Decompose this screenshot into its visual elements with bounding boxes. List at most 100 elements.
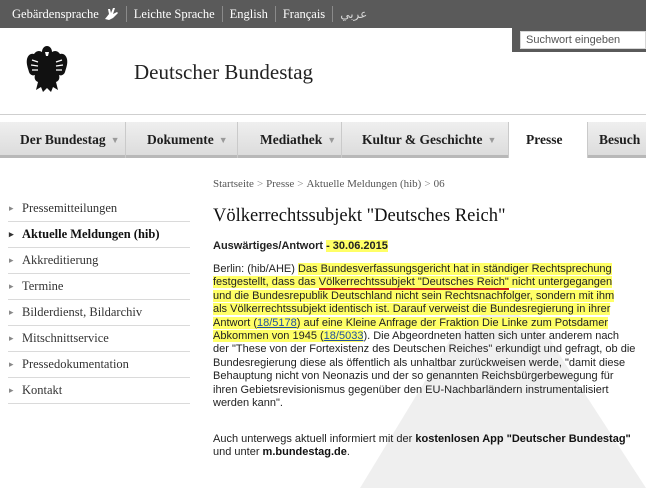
- sidebar-item-pressedokumentation[interactable]: ▸ Pressedokumentation: [8, 352, 190, 378]
- highlighted-text: Antwort (: [213, 316, 258, 329]
- breadcrumb-link-aktuelle-meldungen[interactable]: Aktuelle Meldungen (hib): [306, 178, 421, 190]
- text-span: ). Die Abgeordneten hatten sich unter an…: [363, 330, 620, 343]
- federal-eagle-logo-icon[interactable]: [24, 42, 70, 94]
- topbar-link-arabic[interactable]: عربي: [333, 6, 374, 22]
- nav-item-kultur-geschichte[interactable]: Kultur & Geschichte ▼: [342, 122, 509, 158]
- breadcrumb-separator: >: [297, 178, 304, 190]
- chevron-right-icon: ▸: [9, 281, 14, 291]
- nav-item-label: Kultur & Geschichte: [362, 132, 483, 147]
- drucksache-link-18-5178[interactable]: 18/5178: [257, 316, 297, 329]
- site-title[interactable]: Deutscher Bundestag: [134, 60, 313, 85]
- chevron-down-icon: ▼: [327, 135, 337, 145]
- text-span: und unter: [213, 446, 263, 459]
- drucksache-link-18-5033[interactable]: 18/5033: [323, 330, 364, 343]
- topbar-link-english[interactable]: English: [223, 6, 276, 22]
- breadcrumb-link-startseite[interactable]: Startseite: [213, 178, 254, 190]
- topbar-link-label: Gebärdensprache: [12, 7, 99, 21]
- sidebar-item-label: Aktuelle Meldungen (hib): [22, 227, 160, 241]
- app-promo-note: Auch unterwegs aktuell informiert mit de…: [213, 433, 633, 460]
- nav-item-besuch[interactable]: Besuch: [588, 122, 646, 158]
- sidebar-item-label: Bilderdienst, Bildarchiv: [22, 305, 143, 319]
- sign-language-icon: [104, 8, 118, 20]
- article-body: Berlin: (hib/AHE) Das Bundesverfassungsg…: [213, 263, 636, 410]
- nav-item-presse[interactable]: Presse: [509, 122, 588, 158]
- sidebar-item-pressemitteilungen[interactable]: ▸ Pressemitteilungen: [8, 196, 190, 222]
- sidebar-item-label: Mitschnittservice: [22, 331, 109, 345]
- breadcrumb-separator: >: [256, 178, 264, 190]
- sidebar-navigation: ▸ Pressemitteilungen ▸ Aktuelle Meldungen …: [8, 196, 190, 404]
- article-line: werden kann".: [213, 397, 633, 410]
- article-date: - 30.06.2015: [326, 240, 388, 252]
- text-span: Berlin: (hib/AHE): [213, 263, 298, 275]
- mobile-site-link[interactable]: m.bundestag.de: [263, 446, 347, 458]
- topbar-link-easy-language[interactable]: Leichte Sprache: [127, 6, 223, 22]
- chevron-right-icon: ▸: [9, 333, 14, 343]
- article-line: festgestellt, dass das Völkerrechtssubje…: [213, 276, 633, 291]
- sidebar-item-label: Kontakt: [22, 383, 63, 397]
- search-bar: [512, 28, 646, 52]
- app-promo-line: und unter m.bundestag.de.: [213, 446, 633, 459]
- highlighted-text: als Völkerrechtssubjekt identisch ist. D…: [213, 303, 611, 316]
- topbar-link-sign-language[interactable]: Gebärdensprache: [0, 6, 127, 22]
- sidebar-item-termine[interactable]: ▸ Termine: [8, 274, 190, 300]
- article-line: als Völkerrechtssubjekt identisch ist. D…: [213, 303, 633, 316]
- nav-item-label: Mediathek: [260, 132, 323, 147]
- article-line: und die Bundesrepublik Deutschland nicht…: [213, 289, 633, 303]
- chevron-down-icon: ▼: [218, 135, 228, 145]
- text-span: der "These von der Fortexistenz des Deut…: [213, 343, 636, 356]
- sidebar-item-label: Akkreditierung: [22, 253, 99, 267]
- chevron-down-icon: ▼: [110, 135, 120, 145]
- underlined-highlighted-text: Völkerrechtssubjekt "Deutsches Reich": [318, 276, 509, 291]
- highlighted-text: festgestellt, dass das: [213, 276, 319, 289]
- text-span: Auch unterwegs aktuell informiert mit de…: [213, 433, 416, 445]
- sidebar-item-bilderdienst[interactable]: ▸ Bilderdienst, Bildarchiv: [8, 300, 190, 326]
- nav-item-label: Der Bundestag: [20, 132, 106, 147]
- article-line: der "These von der Fortexistenz des Deut…: [213, 343, 636, 356]
- highlighted-text: nicht untergegangen: [508, 276, 613, 289]
- page-title: Völkerrechtssubjekt "Deutsches Reich": [213, 206, 506, 226]
- breadcrumb-link-presse[interactable]: Presse: [266, 178, 294, 190]
- article-line: Berlin: (hib/AHE) Das Bundesverfassungsg…: [213, 263, 633, 276]
- top-utility-bar: Gebärdensprache Leichte Sprache English …: [0, 0, 646, 28]
- chevron-right-icon: ▸: [9, 203, 14, 213]
- article-line: Behauptung nicht von Neonazis und der so…: [213, 370, 633, 383]
- sidebar-item-label: Termine: [22, 279, 64, 293]
- text-span: Bundesregierung diese als öffentlich als…: [213, 356, 626, 369]
- highlighted-text: und die Bundesrepublik Deutschland nicht…: [213, 289, 615, 302]
- article-line: ihren Gebietsrevisionismus gegenüber den…: [213, 384, 633, 397]
- breadcrumb-separator: >: [424, 178, 431, 190]
- sidebar-item-label: Pressedokumentation: [22, 357, 129, 371]
- nav-item-der-bundestag[interactable]: Der Bundestag ▼: [0, 122, 126, 158]
- text-span: werden kann".: [213, 397, 283, 410]
- chevron-right-icon: ▸: [9, 359, 14, 369]
- nav-item-label: Besuch: [599, 132, 641, 147]
- highlighted-text: Abkommen von 1945 (: [213, 330, 324, 343]
- text-span: .: [346, 446, 350, 459]
- article-line: Abkommen von 1945 (18/5033). Die Abgeord…: [213, 330, 633, 343]
- chevron-right-icon: ▸: [9, 229, 14, 239]
- article-line: Antwort (18/5178) auf eine Kleine Anfrag…: [213, 316, 633, 330]
- breadcrumb: Startseite > Presse > Aktuelle Meldungen (hi…: [213, 178, 445, 190]
- nav-item-dokumente[interactable]: Dokumente ▼: [126, 122, 238, 158]
- text-span: ihren Gebietsrevisionismus gegenüber den…: [213, 383, 609, 396]
- topbar-link-french[interactable]: Français: [276, 6, 334, 22]
- article-section: Auswärtiges/Antwort: [213, 240, 324, 252]
- chevron-down-icon: ▼: [487, 135, 497, 145]
- app-link[interactable]: kostenlosen App "Deutscher Bundestag": [415, 433, 630, 445]
- header-divider: [0, 114, 646, 115]
- sidebar-item-mitschnittservice[interactable]: ▸ Mitschnittservice: [8, 326, 190, 352]
- sidebar-item-label: Pressemitteilungen: [22, 201, 118, 215]
- highlighted-text: ) auf eine Kleine Anfrage der Fraktion D…: [296, 316, 608, 329]
- chevron-right-icon: ▸: [9, 307, 14, 317]
- search-input[interactable]: [520, 31, 646, 49]
- nav-item-label: Presse: [526, 132, 563, 147]
- chevron-right-icon: ▸: [9, 385, 14, 395]
- nav-item-mediathek[interactable]: Mediathek ▼: [238, 122, 342, 158]
- highlighted-text: Das Bundesverfassungsgericht hat in stän…: [297, 263, 612, 275]
- app-promo-line: Auch unterwegs aktuell informiert mit de…: [213, 433, 633, 446]
- chevron-right-icon: ▸: [9, 255, 14, 265]
- sidebar-item-kontakt[interactable]: ▸ Kontakt: [8, 378, 190, 404]
- main-navigation: Der Bundestag ▼ Dokumente ▼ Mediathek ▼ Kul…: [0, 122, 646, 158]
- sidebar-item-akkreditierung[interactable]: ▸ Akkreditierung: [8, 248, 190, 274]
- sidebar-item-aktuelle-meldungen[interactable]: ▸ Aktuelle Meldungen (hib): [8, 222, 190, 248]
